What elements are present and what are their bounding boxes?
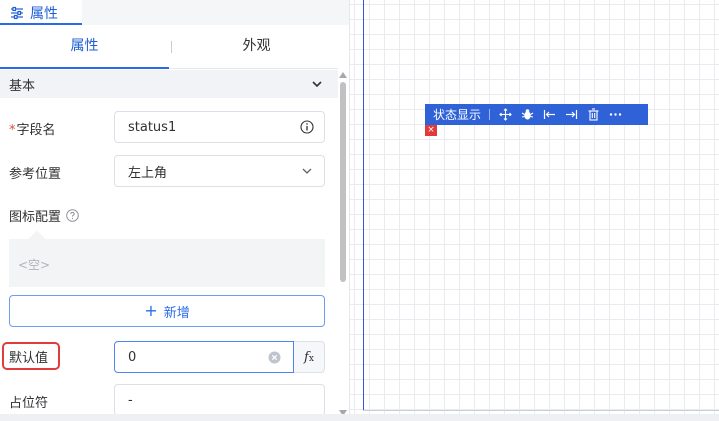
placeholder-input[interactable]: - bbox=[114, 384, 325, 416]
icon-config-label: 图标配置 bbox=[9, 206, 79, 225]
chevron-down-icon bbox=[310, 77, 324, 91]
horizontal-scrollbar[interactable] bbox=[0, 414, 719, 421]
tab-appearance-label: 外观 bbox=[242, 38, 271, 54]
icon-config-label-text: 图标配置 bbox=[9, 210, 62, 225]
placeholder-label: 占位符 bbox=[9, 396, 49, 411]
property-tabs: 属性 外观 bbox=[0, 25, 338, 69]
chevron-down-icon bbox=[300, 164, 314, 178]
component-toolbar: 状态显示 bbox=[425, 104, 648, 125]
align-left-icon[interactable] bbox=[543, 108, 556, 121]
bug-icon[interactable] bbox=[521, 108, 534, 121]
toolbar-separator bbox=[489, 109, 491, 120]
panel-topbar: 属性 bbox=[0, 0, 349, 25]
component-title: 状态显示 bbox=[433, 108, 482, 122]
formula-button[interactable]: fx bbox=[294, 341, 325, 373]
tab-appearance[interactable]: 外观 bbox=[175, 25, 338, 68]
empty-text: <空> bbox=[18, 258, 51, 272]
default-value-label: 默认值 bbox=[9, 351, 49, 366]
trash-icon[interactable] bbox=[587, 108, 600, 121]
field-name-value: status1 bbox=[128, 119, 177, 135]
field-name-input[interactable]: status1 bbox=[114, 111, 325, 143]
help-icon[interactable] bbox=[66, 209, 79, 222]
default-value-input[interactable]: 0 bbox=[114, 341, 294, 373]
ref-position-select[interactable]: 左上角 bbox=[114, 155, 325, 187]
required-mark: * bbox=[9, 123, 16, 138]
move-icon[interactable] bbox=[499, 108, 512, 121]
app-root: 属性 属性 外观 基本 *字段名 status1 参考位置 左上角 图标配置 <… bbox=[0, 0, 719, 421]
tab-properties-label: 属性 bbox=[70, 38, 99, 54]
popover-arrow bbox=[28, 230, 46, 248]
tab-separator bbox=[171, 41, 172, 53]
section-basic-header[interactable]: 基本 bbox=[0, 70, 338, 98]
canvas-left-border bbox=[363, 0, 364, 411]
default-value-value: 0 bbox=[128, 349, 137, 365]
sliders-icon bbox=[10, 6, 24, 20]
panel-scrollbar[interactable] bbox=[339, 72, 347, 418]
align-right-icon[interactable] bbox=[565, 108, 578, 121]
more-icon[interactable] bbox=[609, 108, 622, 121]
properties-top-tab-label: 属性 bbox=[30, 5, 58, 22]
placeholder-value: - bbox=[128, 392, 133, 408]
icon-config-area: <空> bbox=[9, 230, 325, 287]
fx-icon: fx bbox=[304, 349, 314, 365]
property-panel: 属性 属性 外观 基本 *字段名 status1 参考位置 左上角 图标配置 <… bbox=[0, 0, 349, 421]
properties-top-tab[interactable]: 属性 bbox=[0, 0, 82, 25]
scrollbar-thumb[interactable] bbox=[340, 82, 346, 282]
canvas-bottom-border bbox=[363, 410, 719, 411]
field-name-label: *字段名 bbox=[9, 119, 56, 138]
section-title: 基本 bbox=[9, 78, 36, 94]
field-name-label-text: 字段名 bbox=[16, 123, 56, 138]
add-button[interactable]: + 新增 bbox=[9, 295, 325, 327]
info-icon[interactable] bbox=[300, 120, 314, 134]
clear-icon[interactable] bbox=[268, 351, 281, 364]
ref-position-value: 左上角 bbox=[128, 165, 168, 181]
ref-position-label: 参考位置 bbox=[9, 167, 62, 182]
plus-icon: + bbox=[144, 301, 158, 320]
design-canvas[interactable] bbox=[350, 0, 719, 421]
delete-badge-icon[interactable]: × bbox=[425, 125, 437, 136]
active-tab-indicator bbox=[0, 67, 169, 69]
add-button-label: 新增 bbox=[163, 305, 190, 321]
tab-properties[interactable]: 属性 bbox=[0, 25, 169, 69]
scroll-up-icon[interactable] bbox=[339, 72, 347, 78]
